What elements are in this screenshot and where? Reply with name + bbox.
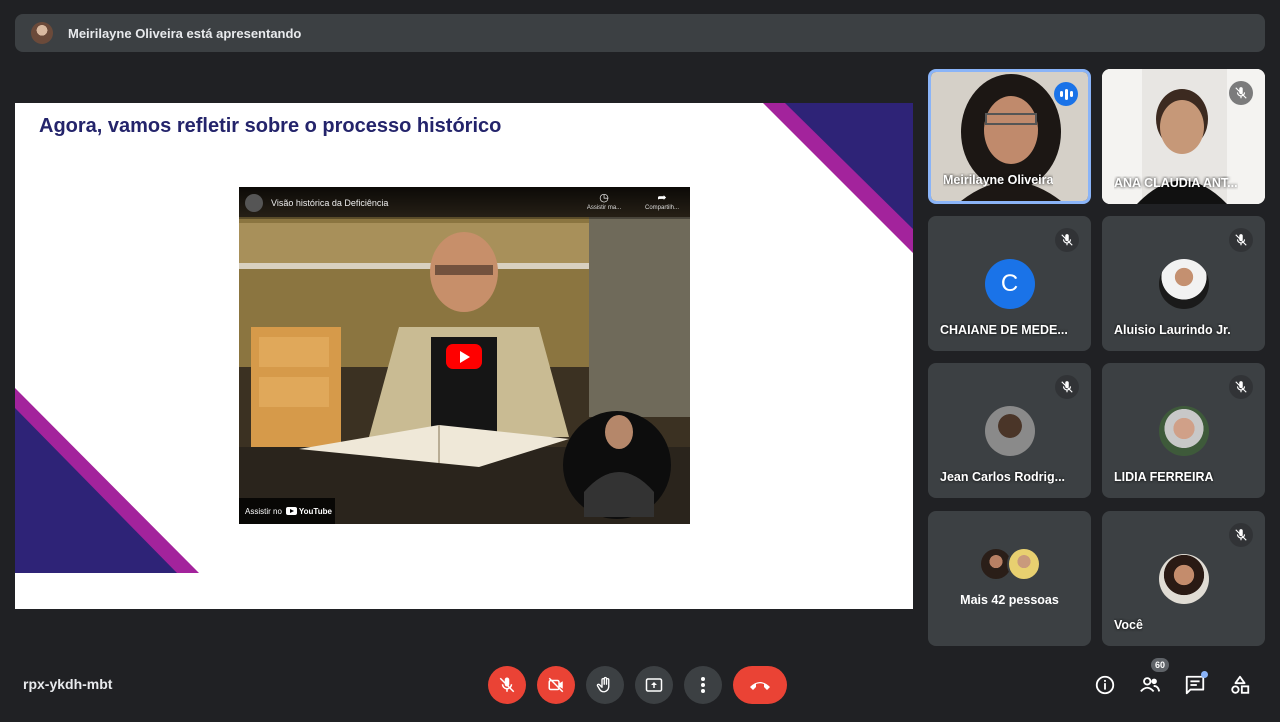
mic-off-icon xyxy=(1055,228,1079,252)
presenter-text: Meirilayne Oliveira está apresentando xyxy=(68,25,302,41)
share-icon: ➦ xyxy=(657,192,667,204)
mic-off-icon xyxy=(1229,81,1253,105)
share-button[interactable]: ➦ Compartilh... xyxy=(640,191,684,211)
meeting-details-button[interactable] xyxy=(1092,672,1118,698)
more-people-label: Mais 42 pessoas xyxy=(960,593,1059,607)
mic-off-icon xyxy=(1229,228,1253,252)
more-people-avatars xyxy=(978,547,1041,581)
channel-avatar[interactable] xyxy=(245,194,263,212)
avatar xyxy=(1158,406,1209,456)
mic-off-icon xyxy=(1055,375,1079,399)
avatar xyxy=(1006,547,1041,581)
participant-name: Você xyxy=(1114,618,1143,632)
present-icon xyxy=(645,678,663,692)
participant-tile-lidia[interactable]: LIDIA FERREIRA xyxy=(1102,363,1265,498)
video-title-bar: Visão histórica da Deficiência ◷ Assisti… xyxy=(239,187,690,219)
info-icon xyxy=(1095,675,1115,695)
chat-notification-dot xyxy=(1201,671,1208,678)
avatar xyxy=(984,406,1035,456)
presentation-slide: Agora, vamos refletir sobre o processo h… xyxy=(15,103,913,609)
mic-toggle-button[interactable] xyxy=(488,666,526,704)
watch-later-button[interactable]: ◷ Assistir ma... xyxy=(582,191,626,211)
share-label: Compartilh... xyxy=(644,205,679,211)
video-title[interactable]: Visão histórica da Deficiência xyxy=(271,198,388,208)
youtube-logo: YouTube xyxy=(285,507,332,516)
mic-off-icon xyxy=(499,677,515,693)
more-vert-icon xyxy=(701,677,705,693)
camera-toggle-button[interactable] xyxy=(537,666,575,704)
participant-name: Aluisio Laurindo Jr. xyxy=(1114,323,1231,337)
speaking-indicator xyxy=(1054,82,1078,106)
participant-tile-self[interactable]: Você xyxy=(1102,511,1265,646)
end-call-button[interactable] xyxy=(733,666,787,704)
mic-off-icon xyxy=(1229,375,1253,399)
participant-name: Jean Carlos Rodrig... xyxy=(940,470,1066,484)
participant-tile-meirilayne[interactable]: Meirilayne Oliveira xyxy=(928,69,1091,204)
avatar xyxy=(1158,554,1209,604)
clock-icon: ◷ xyxy=(599,192,609,204)
camera-off-icon xyxy=(548,677,564,693)
watch-on-label: Assistir no xyxy=(245,506,282,516)
people-count-badge: 60 xyxy=(1151,658,1170,672)
participant-tile-chaiane[interactable]: C CHAIANE DE MEDE... xyxy=(928,216,1091,351)
slide-corner-top-right xyxy=(763,103,913,253)
participant-tile-aluisio[interactable]: Aluisio Laurindo Jr. xyxy=(1102,216,1265,351)
people-button[interactable] xyxy=(1137,672,1163,698)
mic-off-icon xyxy=(1229,523,1253,547)
raise-hand-button[interactable] xyxy=(586,666,624,704)
meeting-code: rpx-ykdh-mbt xyxy=(23,676,113,692)
participant-tile-jean-carlos[interactable]: Jean Carlos Rodrig... xyxy=(928,363,1091,498)
avatar: C xyxy=(984,259,1035,309)
hand-icon xyxy=(596,676,610,693)
avatar xyxy=(1158,259,1209,309)
activities-button[interactable] xyxy=(1227,672,1253,698)
present-screen-button[interactable] xyxy=(635,666,673,704)
more-options-button[interactable] xyxy=(684,666,722,704)
participant-name: Meirilayne Oliveira xyxy=(943,173,1054,187)
watch-on-youtube-link[interactable]: Assistir no YouTube xyxy=(239,498,335,524)
watch-later-label: Assistir ma... xyxy=(586,205,622,211)
people-icon xyxy=(1140,677,1161,693)
youtube-video-embed[interactable]: Visão histórica da Deficiência ◷ Assisti… xyxy=(239,187,690,524)
presenter-banner: Meirilayne Oliveira está apresentando xyxy=(15,14,1265,52)
play-button[interactable] xyxy=(446,344,482,369)
hang-up-icon xyxy=(750,682,770,690)
participant-name: LIDIA FERREIRA xyxy=(1114,470,1214,484)
presenter-avatar xyxy=(31,22,53,44)
slide-title: Agora, vamos refletir sobre o processo h… xyxy=(39,115,502,137)
participant-tile-more-people[interactable]: Mais 42 pessoas xyxy=(928,511,1091,646)
participant-tile-ana-claudia[interactable]: ANA CLAUDIA ANT... xyxy=(1102,69,1265,204)
slide-corner-bottom-left xyxy=(15,388,199,573)
activities-icon xyxy=(1231,675,1250,694)
participant-name: CHAIANE DE MEDE... xyxy=(940,323,1068,337)
participant-name: ANA CLAUDIA ANT... xyxy=(1114,176,1238,190)
